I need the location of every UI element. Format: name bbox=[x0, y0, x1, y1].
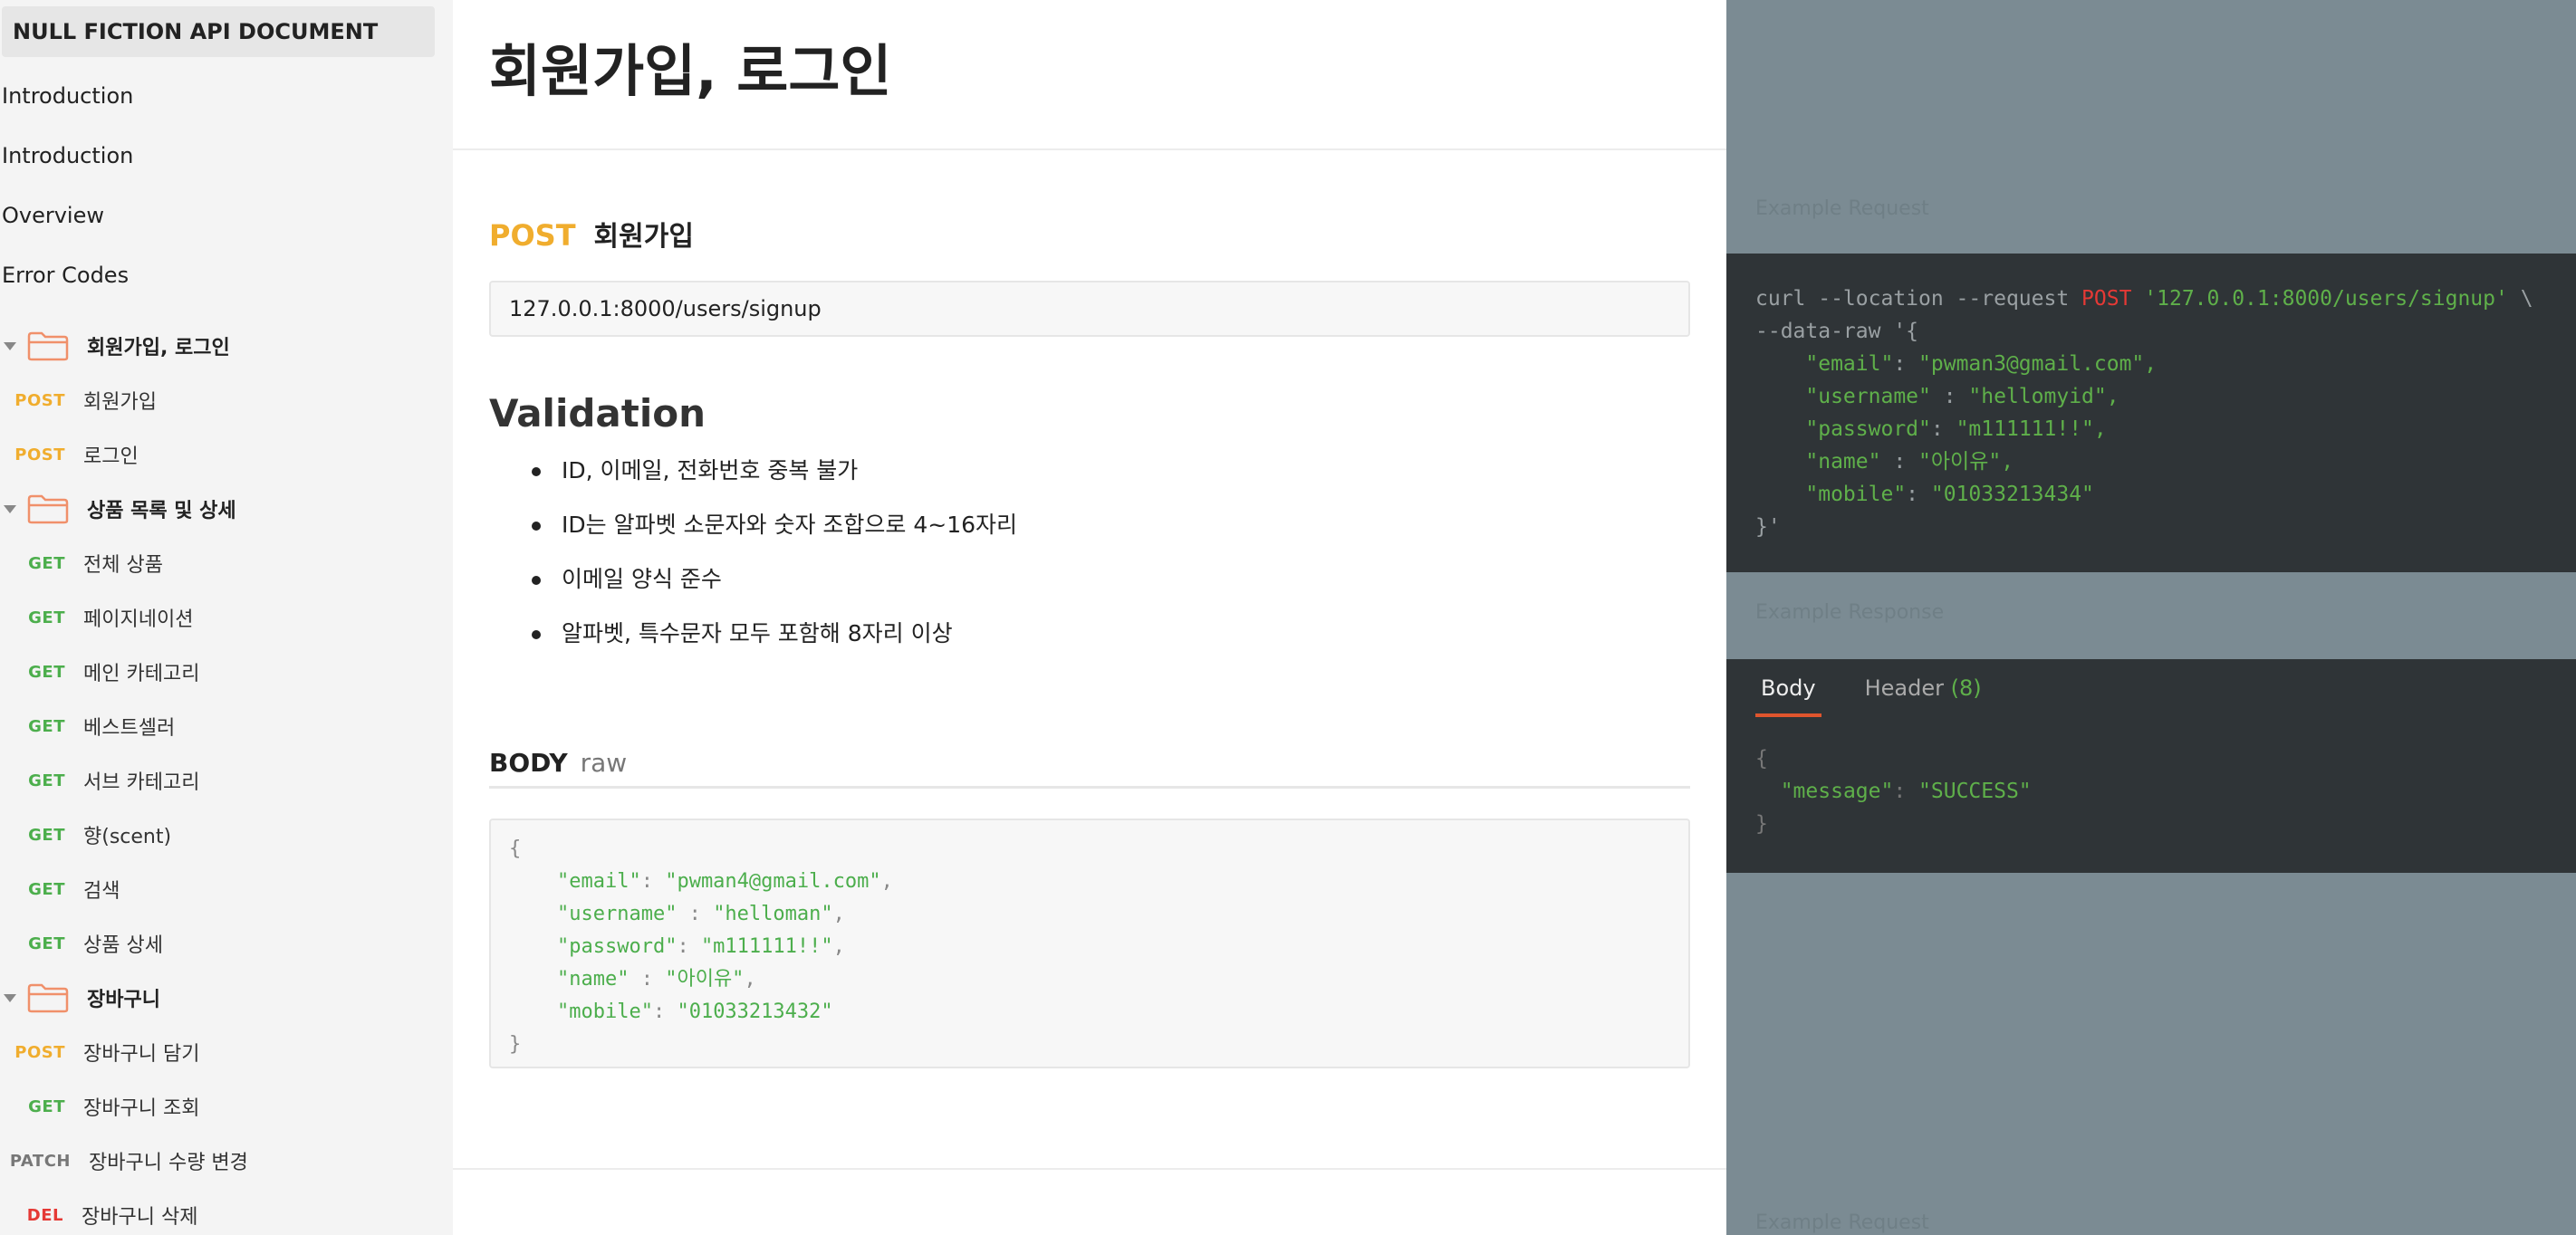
method-badge: POST bbox=[14, 1042, 65, 1062]
sidebar-request-cart-quantity[interactable]: PATCH 장바구니 수량 변경 bbox=[0, 1143, 248, 1179]
request-label: 전체 상품 bbox=[83, 554, 163, 577]
request-label: 로그인 bbox=[83, 445, 139, 468]
folder-label: 장바구니 bbox=[87, 989, 160, 1011]
caret-down-icon[interactable] bbox=[4, 504, 16, 513]
validation-item: 알파벳, 특수문자 모두 포함해 8자리 이상 bbox=[507, 614, 1017, 668]
sidebar-request-product-detail[interactable]: GET 상품 상세 bbox=[0, 925, 163, 962]
sidebar-request-pagination[interactable]: GET 페이지네이션 bbox=[0, 599, 193, 636]
curl-code[interactable]: curl --location --request POST '127.0.0.… bbox=[1726, 254, 2576, 572]
request-body-code[interactable]: { "email": "pwman4@gmail.com", "username… bbox=[489, 819, 1690, 1068]
request-label: 페이지네이션 bbox=[83, 608, 194, 631]
body-label: BODY bbox=[489, 748, 568, 778]
method-badge: POST bbox=[14, 445, 65, 464]
endpoint-heading: POST 회원가입 bbox=[489, 214, 694, 254]
body-mode: raw bbox=[580, 748, 628, 778]
divider bbox=[453, 1168, 1726, 1170]
request-label: 검색 bbox=[83, 880, 120, 903]
method-badge: GET bbox=[28, 608, 65, 627]
request-label: 장바구니 담기 bbox=[83, 1043, 200, 1066]
response-code[interactable]: { "message": "SUCCESS" } bbox=[1755, 742, 2032, 840]
sidebar-request-signup[interactable]: POST 회원가입 bbox=[0, 382, 157, 418]
endpoint-name: 회원가입 bbox=[593, 221, 694, 253]
validation-list: ID, 이메일, 전화번호 중복 불가 ID는 알파벳 소문자와 숫자 조합으로… bbox=[507, 451, 1017, 668]
request-label: 장바구니 조회 bbox=[83, 1097, 200, 1120]
example-request-label: Example Request bbox=[1755, 197, 1929, 220]
request-label: 베스트셀러 bbox=[83, 717, 176, 740]
sidebar-title[interactable]: NULL FICTION API DOCUMENT bbox=[2, 6, 435, 57]
method-badge: DEL bbox=[26, 1205, 63, 1225]
folder-icon bbox=[27, 983, 69, 1013]
method-badge: POST bbox=[14, 390, 65, 410]
response-tabs: Body Header (8) bbox=[1755, 659, 2025, 717]
request-label: 향(scent) bbox=[83, 826, 172, 848]
method-badge: GET bbox=[28, 1096, 65, 1116]
nav-link-error-codes[interactable]: Error Codes bbox=[2, 260, 129, 291]
nav-link-introduction[interactable]: Introduction bbox=[2, 81, 133, 111]
nav-link-introduction-2[interactable]: Introduction bbox=[2, 140, 133, 171]
example-panel: Example Request curl --location --reques… bbox=[1726, 0, 2576, 1235]
request-label: 서브 카테고리 bbox=[83, 771, 200, 794]
nav-link-overview[interactable]: Overview bbox=[2, 200, 104, 231]
request-label: 회원가입 bbox=[83, 391, 157, 414]
divider bbox=[453, 148, 1726, 150]
sidebar-folder-cart[interactable]: 장바구니 bbox=[0, 976, 160, 1020]
request-label: 상품 상세 bbox=[83, 934, 163, 957]
page-title: 회원가입, 로그인 bbox=[489, 38, 892, 104]
method-badge: GET bbox=[28, 553, 65, 573]
validation-item: ID는 알파벳 소문자와 숫자 조합으로 4~16자리 bbox=[507, 505, 1017, 560]
sidebar-request-sub-category[interactable]: GET 서브 카테고리 bbox=[0, 762, 199, 799]
body-heading: BODY raw bbox=[489, 748, 627, 778]
sidebar-request-cart-delete[interactable]: DEL 장바구니 삭제 bbox=[0, 1197, 198, 1233]
caret-down-icon[interactable] bbox=[4, 993, 16, 1002]
folder-label: 회원가입, 로그인 bbox=[87, 337, 230, 359]
request-label: 장바구니 삭제 bbox=[82, 1206, 198, 1229]
folder-icon bbox=[27, 494, 69, 524]
method-badge: GET bbox=[28, 716, 65, 736]
sidebar-request-login[interactable]: POST 로그인 bbox=[0, 436, 139, 473]
request-label: 장바구니 수량 변경 bbox=[89, 1152, 248, 1174]
sidebar-request-cart-view[interactable]: GET 장바구니 조회 bbox=[0, 1088, 199, 1125]
method-badge: GET bbox=[28, 825, 65, 845]
example-response: Body Header (8) { "message": "SUCCESS" } bbox=[1726, 659, 2576, 873]
method-badge: GET bbox=[28, 771, 65, 790]
example-response-label: Example Response bbox=[1755, 601, 1945, 624]
divider bbox=[489, 786, 1690, 789]
sidebar-folder-signup-login[interactable]: 회원가입, 로그인 bbox=[0, 324, 230, 368]
method-badge: GET bbox=[28, 662, 65, 682]
validation-title: Validation bbox=[489, 391, 706, 436]
folder-icon bbox=[27, 331, 69, 361]
example-request-label-2: Example Request bbox=[1755, 1211, 1929, 1234]
main-content: 회원가입, 로그인 POST 회원가입 127.0.0.1:8000/users… bbox=[453, 0, 1726, 1235]
folder-label: 상품 목록 및 상세 bbox=[87, 500, 236, 522]
sidebar-request-scent[interactable]: GET 향(scent) bbox=[0, 817, 171, 853]
sidebar-request-all-products[interactable]: GET 전체 상품 bbox=[0, 545, 163, 581]
method-badge: GET bbox=[28, 933, 65, 953]
sidebar-folder-products[interactable]: 상품 목록 및 상세 bbox=[0, 487, 236, 531]
endpoint-url[interactable]: 127.0.0.1:8000/users/signup bbox=[489, 281, 1690, 337]
sidebar-request-cart-add[interactable]: POST 장바구니 담기 bbox=[0, 1034, 199, 1070]
validation-item: 이메일 양식 준수 bbox=[507, 560, 1017, 614]
request-label: 메인 카테고리 bbox=[83, 663, 200, 685]
sidebar-request-search[interactable]: GET 검색 bbox=[0, 871, 120, 907]
validation-item: ID, 이메일, 전화번호 중복 불가 bbox=[507, 451, 1017, 505]
sidebar: NULL FICTION API DOCUMENT Introduction I… bbox=[0, 0, 453, 1235]
tab-body[interactable]: Body bbox=[1755, 659, 1821, 717]
method-badge: PATCH bbox=[9, 1151, 71, 1171]
sidebar-request-bestseller[interactable]: GET 베스트셀러 bbox=[0, 708, 175, 744]
tab-header[interactable]: Header (8) bbox=[1865, 659, 1982, 717]
caret-down-icon[interactable] bbox=[4, 341, 16, 350]
method-badge: GET bbox=[28, 879, 65, 899]
sidebar-request-main-category[interactable]: GET 메인 카테고리 bbox=[0, 654, 199, 690]
endpoint-method: POST bbox=[489, 218, 576, 253]
